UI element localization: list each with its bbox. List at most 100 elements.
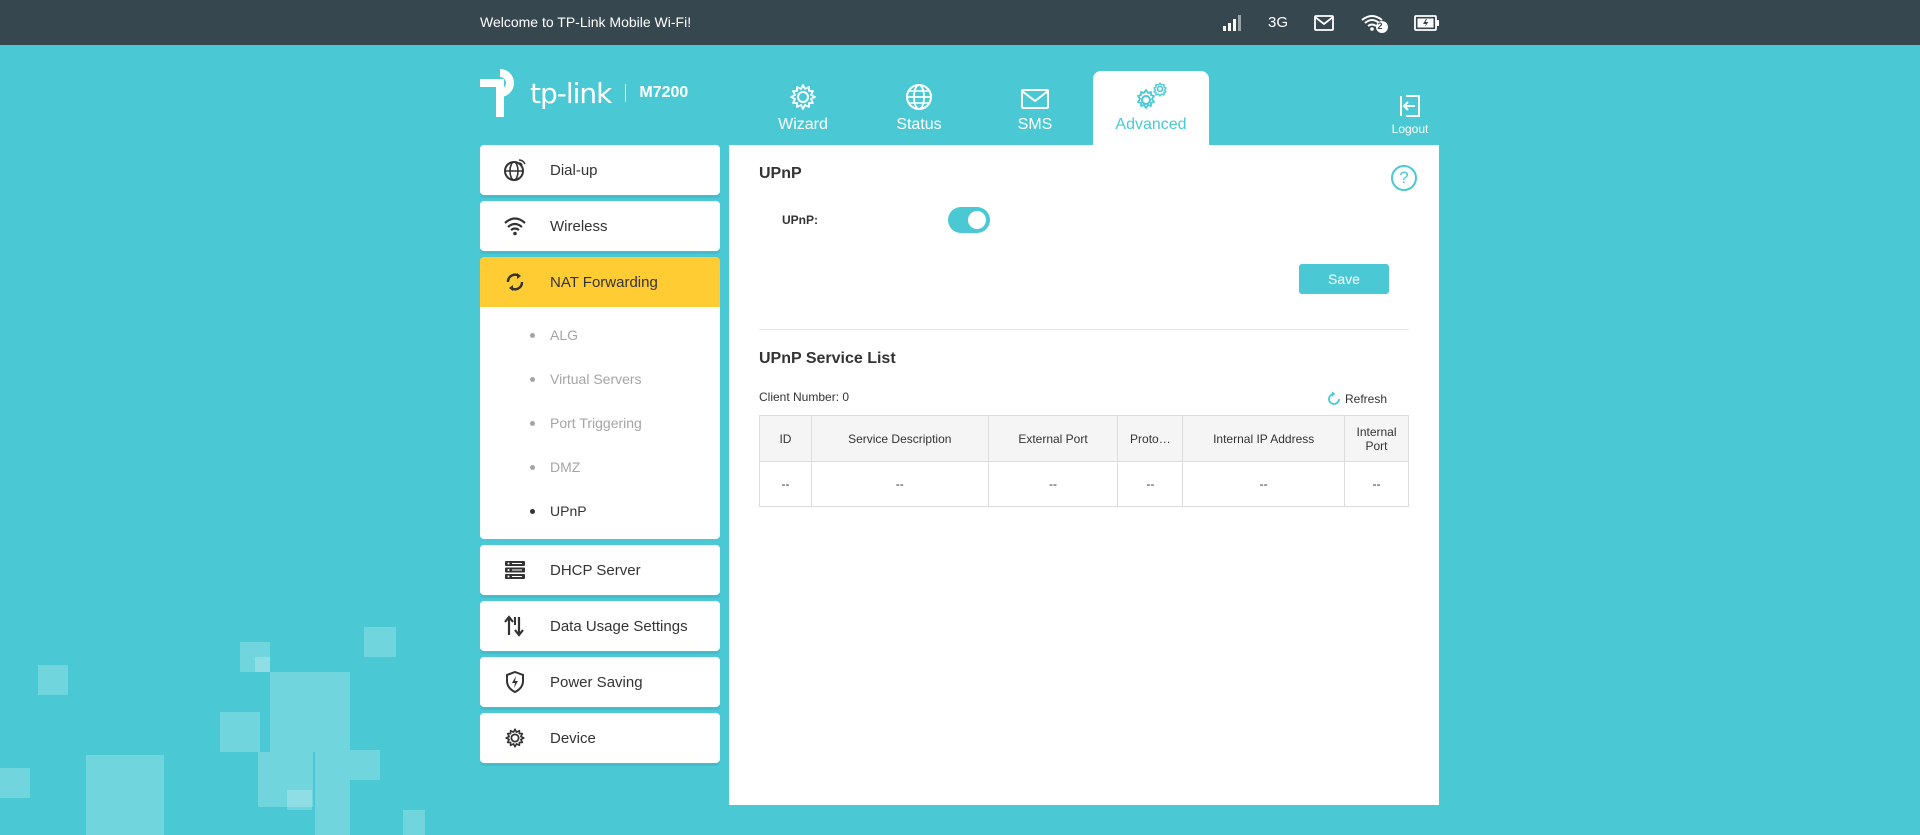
tab-advanced[interactable]: Advanced xyxy=(1093,71,1209,145)
sidebar-item-nat-forwarding[interactable]: NAT Forwarding xyxy=(480,257,720,307)
battery-icon xyxy=(1414,14,1440,31)
background-decoration xyxy=(38,665,68,695)
sidebar-item-power-saving[interactable]: Power Saving xyxy=(480,657,720,707)
status-icons: 3G 2 xyxy=(1222,0,1440,45)
submenu-item-label: UPnP xyxy=(550,503,587,519)
connected-clients-count: 2 xyxy=(1377,20,1383,31)
background-decoration xyxy=(270,672,350,752)
tab-wizard-label: Wizard xyxy=(778,116,828,133)
cell-external-port: -- xyxy=(987,461,1119,507)
background-decoration xyxy=(350,750,380,780)
background-decoration xyxy=(315,752,350,835)
bullet xyxy=(530,376,535,382)
submenu-item-alg[interactable]: ALG xyxy=(480,313,720,357)
bullet xyxy=(530,332,535,338)
welcome-text: Welcome to TP-Link Mobile Wi-Fi! xyxy=(480,14,692,30)
sidebar-item-device[interactable]: Device xyxy=(480,713,720,763)
col-header-protocol: Proto… xyxy=(1117,415,1184,462)
sidebar-item-wireless[interactable]: Wireless xyxy=(480,201,720,251)
refresh-button[interactable]: Refresh xyxy=(1326,391,1387,407)
cell-id: -- xyxy=(759,461,812,507)
background-decoration xyxy=(0,768,30,798)
upnp-toggle[interactable] xyxy=(948,207,990,233)
main-nav: Wizard Status SMS Advanced xyxy=(745,71,1209,145)
sidebar-item-label: Data Usage Settings xyxy=(550,617,688,635)
sidebar-item-label: Wireless xyxy=(550,217,608,235)
refresh-label: Refresh xyxy=(1345,392,1388,406)
help-icon[interactable]: ? xyxy=(1391,165,1417,191)
upnp-content-panel: ? UPnP UPnP: Save UPnP Service List Clie… xyxy=(729,145,1439,805)
background-decoration xyxy=(403,810,425,835)
tp-link-logo-mark xyxy=(480,69,514,117)
background-decoration xyxy=(287,790,312,810)
background-decoration xyxy=(364,627,396,657)
bullet xyxy=(530,508,535,514)
device-model: M7200 xyxy=(639,84,689,101)
sidebar-menu: Dial-up Wireless NAT Forwarding ALG Virt… xyxy=(480,145,720,769)
gear-icon xyxy=(790,84,816,110)
sidebar-item-dial-up[interactable]: Dial-up xyxy=(480,145,720,195)
logout-label: Logout xyxy=(1391,122,1429,136)
refresh-icon xyxy=(1328,391,1340,405)
section-divider xyxy=(759,329,1409,330)
tab-status-label: Status xyxy=(896,116,942,133)
col-header-internal-ip: Internal IP Address xyxy=(1182,415,1346,462)
wifi-clients-icon: 2 xyxy=(1360,13,1388,33)
power-shield-icon xyxy=(480,671,550,693)
logout-button[interactable]: Logout xyxy=(1380,93,1440,136)
gear-icon xyxy=(480,727,550,749)
col-header-id: ID xyxy=(759,415,812,462)
submenu-item-dmz[interactable]: DMZ xyxy=(480,445,720,489)
cell-internal-port: -- xyxy=(1344,461,1409,507)
submenu-item-label: Port Triggering xyxy=(550,415,642,431)
client-number: Client Number: 0 xyxy=(759,390,850,404)
tab-advanced-label: Advanced xyxy=(1115,116,1187,133)
background-decoration xyxy=(86,755,164,835)
upnp-section-title: UPnP xyxy=(759,165,802,182)
sms-envelope-icon[interactable] xyxy=(1314,14,1334,31)
service-list-title: UPnP Service List xyxy=(759,350,896,367)
save-button[interactable]: Save xyxy=(1299,264,1389,294)
col-header-internal-port: Internal Port xyxy=(1344,415,1409,462)
submenu-item-label: Virtual Servers xyxy=(550,371,642,387)
gears-icon xyxy=(1137,82,1167,109)
submenu-item-port-triggering[interactable]: Port Triggering xyxy=(480,401,720,445)
header: tp-link M7200 Wizard Status SMS Advanced… xyxy=(480,45,1440,145)
sidebar-item-label: Power Saving xyxy=(550,673,643,691)
col-header-external-port: External Port xyxy=(987,415,1119,462)
col-header-service-description: Service Description xyxy=(810,415,989,462)
sidebar-item-label: NAT Forwarding xyxy=(550,273,658,291)
data-usage-icon xyxy=(480,615,550,637)
toggle-knob xyxy=(968,211,986,229)
sidebar-item-label: Dial-up xyxy=(550,161,598,179)
background-decoration xyxy=(255,657,270,672)
cell-service-description: -- xyxy=(810,461,989,507)
globe-icon xyxy=(906,84,932,110)
tab-sms-label: SMS xyxy=(1017,116,1053,133)
submenu-item-label: ALG xyxy=(550,327,579,343)
sidebar-item-data-usage-settings[interactable]: Data Usage Settings xyxy=(480,601,720,651)
logo-brand-text: tp-link xyxy=(530,76,612,110)
envelope-icon xyxy=(1021,89,1049,109)
signal-strength-icon xyxy=(1222,14,1242,32)
nat-icon xyxy=(480,271,550,293)
submenu-item-virtual-servers[interactable]: Virtual Servers xyxy=(480,357,720,401)
submenu-item-upnp[interactable]: UPnP xyxy=(480,489,720,533)
tab-status[interactable]: Status xyxy=(861,71,977,145)
tab-wizard[interactable]: Wizard xyxy=(745,71,861,145)
sidebar-item-label: DHCP Server xyxy=(550,561,641,579)
cell-protocol: -- xyxy=(1117,461,1184,507)
tab-sms[interactable]: SMS xyxy=(977,71,1093,145)
sidebar-item-label: Device xyxy=(550,729,596,747)
logout-icon xyxy=(1400,95,1420,117)
sidebar-item-dhcp-server[interactable]: DHCP Server xyxy=(480,545,720,595)
nat-forwarding-submenu: ALG Virtual Servers Port Triggering DMZ … xyxy=(480,307,720,539)
globe-dial-icon xyxy=(480,158,550,182)
submenu-item-label: DMZ xyxy=(550,459,581,475)
cell-internal-ip: -- xyxy=(1182,461,1346,507)
bullet xyxy=(530,420,535,426)
bullet xyxy=(530,464,535,470)
background-decoration xyxy=(220,712,260,752)
server-icon xyxy=(480,560,550,580)
table-header-row: ID Service Description External Port Pro… xyxy=(759,415,1409,462)
